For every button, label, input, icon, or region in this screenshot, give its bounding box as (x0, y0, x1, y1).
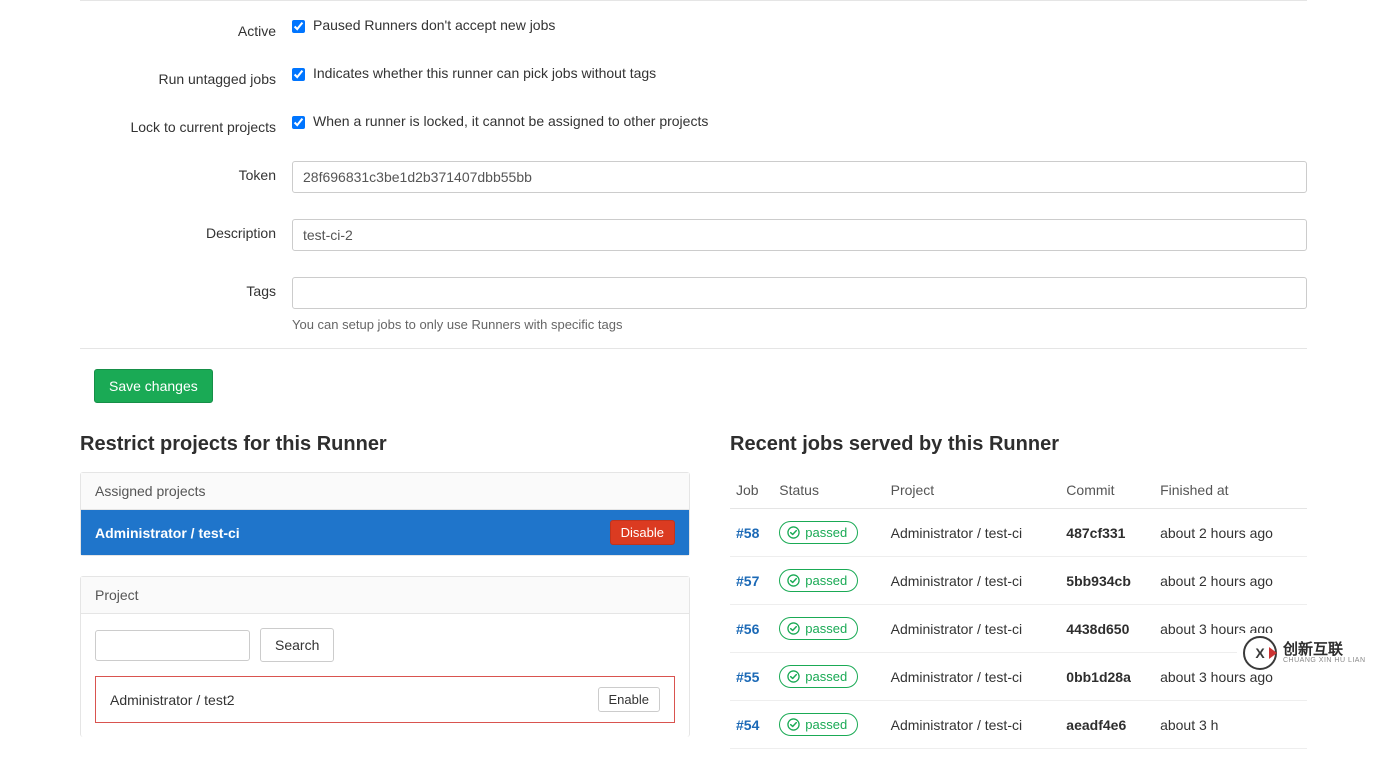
table-row: #55 passed Administrator / test-ci 0bb1d28a… (730, 653, 1307, 701)
status-badge[interactable]: passed (779, 617, 858, 640)
project-header: Project (81, 577, 689, 614)
jobs-table: Job Status Project Commit Finished at #5… (730, 472, 1307, 749)
desc-locked: When a runner is locked, it cannot be as… (313, 113, 708, 129)
label-tags: Tags (80, 277, 292, 299)
job-finished: about 3 hours ago (1154, 653, 1307, 701)
col-job: Job (730, 472, 773, 509)
job-link[interactable]: #57 (736, 573, 759, 589)
job-project: Administrator / test-ci (885, 653, 1061, 701)
status-badge[interactable]: passed (779, 521, 858, 544)
row-locked: Lock to current projects When a runner i… (80, 113, 1307, 135)
top-separator (80, 0, 1307, 1)
save-button[interactable]: Save changes (94, 369, 213, 403)
check-circle-icon (787, 574, 800, 587)
tags-helper: You can setup jobs to only use Runners w… (292, 317, 1307, 332)
project-search-panel: Project Search Administrator / test2 Ena… (80, 576, 690, 737)
status-text: passed (805, 669, 847, 684)
assigned-project-name: Administrator / test-ci (95, 525, 240, 541)
col-status: Status (773, 472, 884, 509)
col-project: Project (885, 472, 1061, 509)
project-search-input[interactable] (95, 630, 250, 661)
disable-button[interactable]: Disable (610, 520, 675, 545)
restrict-title: Restrict projects for this Runner (80, 433, 690, 456)
check-circle-icon (787, 718, 800, 731)
check-circle-icon (787, 622, 800, 635)
col-finished: Finished at (1154, 472, 1307, 509)
token-input[interactable] (292, 161, 1307, 193)
job-finished: about 2 hours ago (1154, 509, 1307, 557)
job-finished: about 2 hours ago (1154, 557, 1307, 605)
checkbox-active[interactable] (292, 20, 305, 33)
label-token: Token (80, 161, 292, 183)
check-circle-icon (787, 526, 800, 539)
assigned-projects-header: Assigned projects (81, 473, 689, 510)
table-row: #54 passed Administrator / test-ci aeadf4e6… (730, 701, 1307, 749)
job-commit[interactable]: 0bb1d28a (1066, 669, 1131, 685)
status-badge[interactable]: passed (779, 665, 858, 688)
job-project: Administrator / test-ci (885, 557, 1061, 605)
job-finished: about 3 hours ago (1154, 605, 1307, 653)
label-description: Description (80, 219, 292, 241)
assigned-projects-panel: Assigned projects Administrator / test-c… (80, 472, 690, 556)
tags-input[interactable] (292, 277, 1307, 309)
row-description: Description (80, 219, 1307, 251)
search-button[interactable]: Search (260, 628, 334, 662)
status-text: passed (805, 525, 847, 540)
status-text: passed (805, 573, 847, 588)
desc-untagged: Indicates whether this runner can pick j… (313, 65, 656, 81)
job-link[interactable]: #55 (736, 669, 759, 685)
status-badge[interactable]: passed (779, 569, 858, 592)
table-row: #57 passed Administrator / test-ci 5bb934cb… (730, 557, 1307, 605)
job-commit[interactable]: 4438d650 (1066, 621, 1129, 637)
jobs-title: Recent jobs served by this Runner (730, 433, 1307, 456)
status-text: passed (805, 717, 847, 732)
job-project: Administrator / test-ci (885, 701, 1061, 749)
row-tags: Tags You can setup jobs to only use Runn… (80, 277, 1307, 332)
desc-active: Paused Runners don't accept new jobs (313, 17, 555, 33)
label-active: Active (80, 17, 292, 39)
job-project: Administrator / test-ci (885, 509, 1061, 557)
job-commit[interactable]: aeadf4e6 (1066, 717, 1126, 733)
job-link[interactable]: #58 (736, 525, 759, 541)
job-commit[interactable]: 487cf331 (1066, 525, 1125, 541)
form-divider (80, 348, 1307, 349)
row-untagged: Run untagged jobs Indicates whether this… (80, 65, 1307, 87)
job-link[interactable]: #56 (736, 621, 759, 637)
candidate-project-row: Administrator / test2 Enable (95, 676, 675, 723)
checkbox-locked[interactable] (292, 116, 305, 129)
check-circle-icon (787, 670, 800, 683)
assigned-project-row: Administrator / test-ci Disable (81, 510, 689, 555)
job-finished: about 3 h (1154, 701, 1307, 749)
status-badge[interactable]: passed (779, 713, 858, 736)
checkbox-untagged[interactable] (292, 68, 305, 81)
table-row: #58 passed Administrator / test-ci 487cf331… (730, 509, 1307, 557)
table-row: #56 passed Administrator / test-ci 4438d650… (730, 605, 1307, 653)
row-token: Token (80, 161, 1307, 193)
row-active: Active Paused Runners don't accept new j… (80, 17, 1307, 39)
job-commit[interactable]: 5bb934cb (1066, 573, 1131, 589)
job-project: Administrator / test-ci (885, 605, 1061, 653)
status-text: passed (805, 621, 847, 636)
label-locked: Lock to current projects (80, 113, 292, 135)
label-untagged: Run untagged jobs (80, 65, 292, 87)
col-commit: Commit (1060, 472, 1154, 509)
description-input[interactable] (292, 219, 1307, 251)
candidate-project-name: Administrator / test2 (110, 692, 235, 708)
job-link[interactable]: #54 (736, 717, 759, 733)
